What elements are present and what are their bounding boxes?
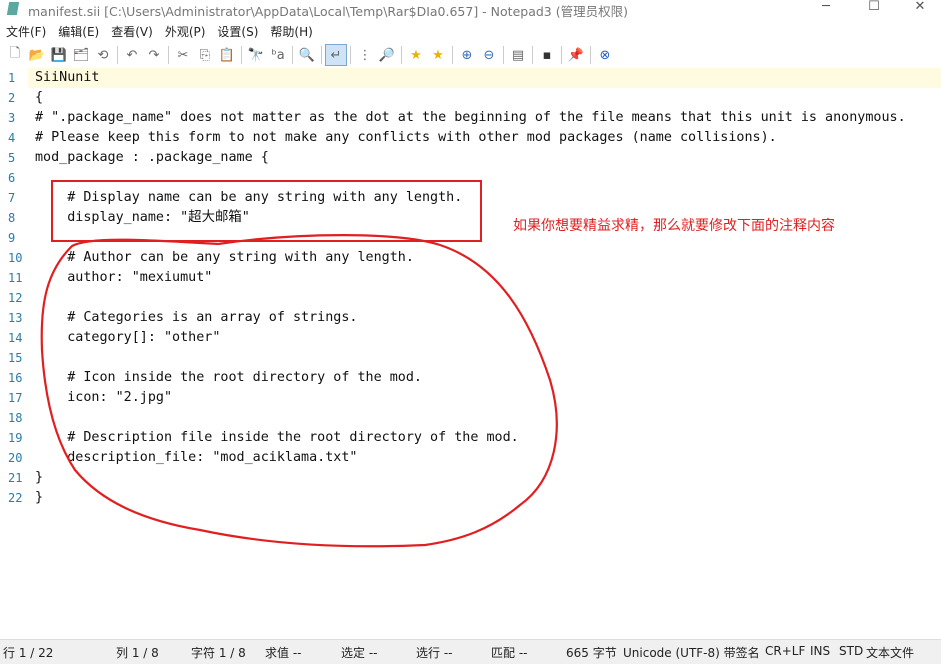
annotation-overlay xyxy=(40,180,558,548)
annotation-rectangle xyxy=(51,180,482,242)
annotation-ellipse xyxy=(40,234,558,548)
status-ins[interactable]: INS xyxy=(810,644,830,658)
status-column[interactable]: 列 1 / 8 xyxy=(116,644,159,661)
status-size: 665 字节 xyxy=(566,646,617,660)
status-eval: 求值 -- xyxy=(265,646,302,660)
status-encoding[interactable]: Unicode (UTF-8) 带签名 xyxy=(623,644,760,661)
status-eol[interactable]: CR+LF xyxy=(765,644,805,658)
status-selection: 选定 -- xyxy=(341,646,378,660)
status-filetype[interactable]: 文本文件 xyxy=(866,644,914,661)
annotation-text: 如果你想要精益求精，那么就要修改下面的注释内容 xyxy=(513,218,835,234)
status-std[interactable]: STD xyxy=(839,644,863,658)
status-char: 字符 1 / 8 xyxy=(191,646,246,660)
status-match: 匹配 -- xyxy=(491,646,528,660)
status-line: 行 1 / 22 xyxy=(3,646,54,660)
status-selected-lines: 选行 -- xyxy=(416,646,453,660)
status-bar: 行 1 / 22 列 1 / 8 字符 1 / 8 求值 -- 选定 -- 选行… xyxy=(0,639,941,664)
